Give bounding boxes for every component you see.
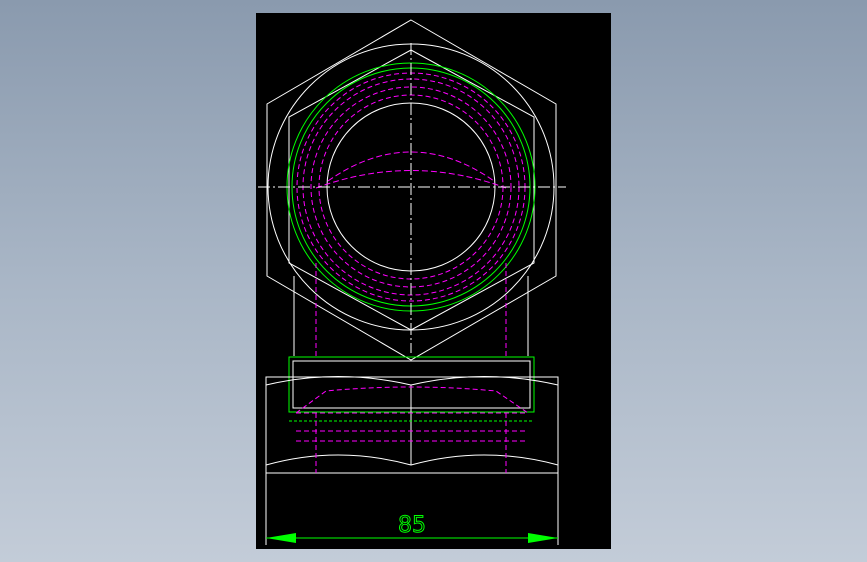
dimension-label: 85 (398, 513, 426, 538)
cad-drawing[interactable]: 85 (256, 13, 611, 549)
hidden-taper (295, 386, 529, 414)
top-view (258, 19, 566, 361)
front-view (265, 356, 559, 474)
drawing-sheet[interactable]: 85 (256, 13, 611, 549)
chamfer-top (265, 376, 559, 386)
dimension-arrow-right (528, 533, 558, 543)
dimension-arrow-left (266, 533, 296, 543)
dimension-85[interactable]: 85 (265, 473, 559, 545)
chamfer-bottom (265, 454, 559, 466)
lower-body (265, 376, 559, 474)
